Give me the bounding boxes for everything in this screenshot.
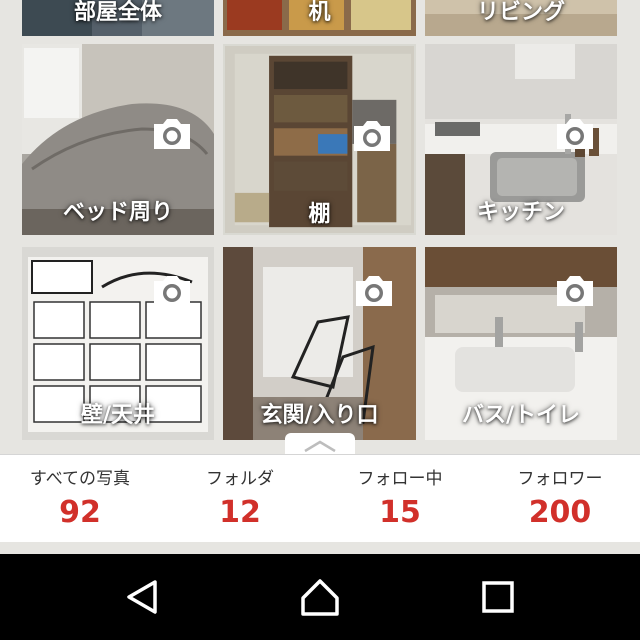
folder-label: バス/トイレ <box>461 403 581 428</box>
folder-tile-kitchen[interactable]: キッチン <box>425 44 617 235</box>
stat-value: 200 <box>528 495 592 530</box>
stat-value: 12 <box>219 495 261 530</box>
camera-icon[interactable] <box>150 273 194 309</box>
folder-tile-wall[interactable]: 壁/天井 <box>22 247 214 440</box>
stat-label: すべての写真 <box>29 469 131 489</box>
system-nav-bar <box>0 554 640 640</box>
folder-label: 机 <box>308 0 331 25</box>
recents-icon[interactable] <box>473 574 523 620</box>
camera-icon[interactable] <box>150 116 194 152</box>
home-icon[interactable] <box>295 574 345 620</box>
folder-tile-living[interactable]: リビング <box>425 0 617 36</box>
folder-tile-entrance[interactable]: 玄関/入り口 <box>223 247 416 440</box>
folder-label: 部屋全体 <box>73 0 162 25</box>
folder-label: 棚 <box>308 202 331 227</box>
stat-value: 92 <box>59 495 101 530</box>
camera-icon[interactable] <box>352 273 396 309</box>
stat-followers[interactable]: フォロワー 200 <box>480 455 640 543</box>
folder-tile-bath[interactable]: バス/トイレ <box>425 247 617 440</box>
folder-label: 壁/天井 <box>80 403 156 428</box>
folder-label: 玄関/入り口 <box>260 403 379 428</box>
back-icon[interactable] <box>117 574 167 620</box>
stat-label: フォロワー <box>517 469 603 489</box>
camera-icon[interactable] <box>553 273 597 309</box>
folder-tile-room[interactable]: 部屋全体 <box>22 0 214 36</box>
folder-tile-shelf[interactable]: 棚 <box>223 44 416 235</box>
screen: 部屋全体 机 リビング ベッド周り 棚 キッチン 壁/天井 玄関/入り口 バス/… <box>0 0 640 640</box>
folder-tile-desk[interactable]: 机 <box>223 0 416 36</box>
stat-value: 15 <box>379 495 421 530</box>
camera-icon[interactable] <box>553 116 597 152</box>
stat-label: フォロー中 <box>357 469 443 489</box>
stat-all-photos[interactable]: すべての写真 92 <box>0 455 160 543</box>
stat-following[interactable]: フォロー中 15 <box>320 455 480 543</box>
folder-tile-bed[interactable]: ベッド周り <box>22 44 214 235</box>
profile-stats-bar: すべての写真 92 フォルダ 12 フォロー中 15 フォロワー 200 <box>0 454 640 542</box>
stat-folders[interactable]: フォルダ 12 <box>160 455 320 543</box>
camera-icon[interactable] <box>350 118 394 154</box>
stat-label: フォルダ <box>206 469 274 489</box>
folder-label: キッチン <box>476 200 565 225</box>
folder-label: リビング <box>476 0 565 25</box>
folder-label: ベッド周り <box>62 200 173 225</box>
